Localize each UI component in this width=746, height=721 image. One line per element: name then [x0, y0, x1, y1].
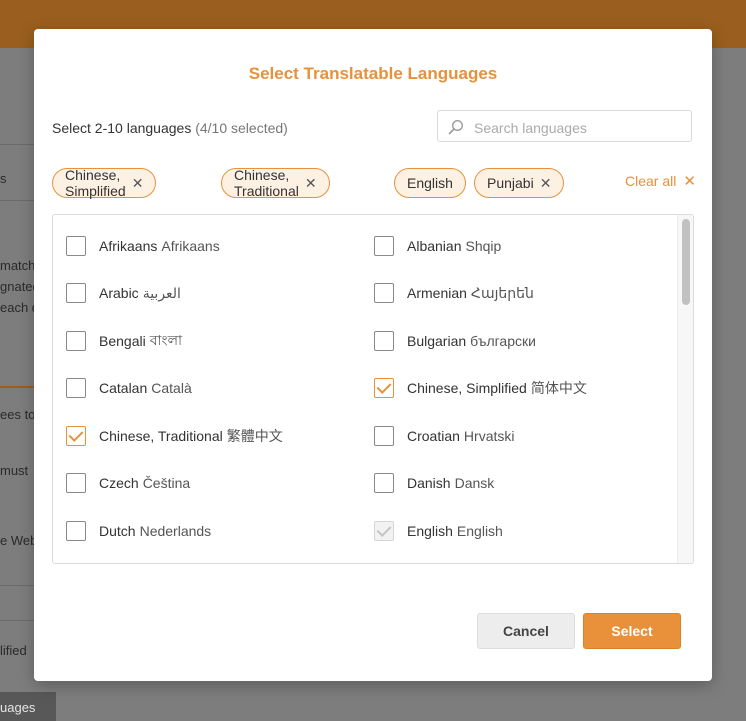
language-option-chinese-traditional[interactable]: Chinese, Traditional 繁體中文 — [66, 424, 283, 448]
language-native-name: Català — [151, 380, 192, 396]
language-native-name: 简体中文 — [530, 380, 587, 396]
language-option-afrikaans[interactable]: Afrikaans Afrikaans — [66, 234, 220, 258]
search-input[interactable] — [472, 117, 688, 139]
remove-chip-icon[interactable]: ✕ — [132, 175, 144, 192]
chip-label: English — [407, 175, 453, 191]
language-name: Albanian — [407, 238, 462, 254]
language-name: Catalan — [99, 380, 148, 396]
language-option-dutch[interactable]: Dutch Nederlands — [66, 519, 211, 543]
chip-punjabi: Punjabi ✕ — [474, 168, 565, 198]
background-text: e Web — [0, 533, 38, 548]
chip-label: Punjabi — [487, 175, 534, 191]
language-option-czech[interactable]: Czech Čeština — [66, 471, 190, 495]
language-native-name: български — [470, 333, 536, 349]
selection-instructions-text: Select 2-10 languages — [52, 120, 192, 136]
language-name: Croatian — [407, 428, 460, 444]
language-option-bulgarian[interactable]: Bulgarian български — [374, 329, 536, 353]
checkbox[interactable] — [374, 331, 394, 351]
scrollbar[interactable] — [677, 215, 693, 563]
language-option-albanian[interactable]: Albanian Shqip — [374, 234, 501, 258]
search-box[interactable] — [437, 110, 692, 142]
language-name: Afrikaans — [99, 238, 158, 254]
checkbox[interactable] — [374, 426, 394, 446]
checkbox-disabled — [374, 521, 394, 541]
chip-english: English — [394, 168, 466, 198]
language-name: Bulgarian — [407, 333, 467, 349]
checkbox-checked[interactable] — [374, 378, 394, 398]
language-option-arabic[interactable]: Arabic العربية — [66, 281, 181, 305]
checkbox[interactable] — [66, 331, 86, 351]
clear-all-label: Clear all — [625, 173, 677, 189]
background-text: match — [0, 258, 36, 273]
checkbox[interactable] — [374, 283, 394, 303]
background-text: lified — [0, 643, 27, 658]
background-text: s — [0, 171, 7, 186]
language-native-name: Čeština — [142, 475, 191, 491]
language-option-armenian[interactable]: Armenian Հայերեն — [374, 281, 534, 305]
chip-label: Chinese, Simplified — [65, 167, 126, 199]
language-name: Dutch — [99, 523, 136, 539]
search-icon — [448, 119, 464, 135]
clear-all-button[interactable]: Clear all ✕ — [625, 172, 696, 190]
checkbox[interactable] — [66, 521, 86, 541]
chip-chinese-simplified: Chinese, Simplified ✕ — [52, 167, 157, 199]
language-option-bengali[interactable]: Bengali বাংলা — [66, 329, 182, 353]
chip-chinese-traditional: Chinese, Traditional ✕ — [221, 167, 330, 199]
language-native-name: Nederlands — [139, 523, 212, 539]
language-native-name: Shqip — [465, 238, 502, 254]
language-name: Bengali — [99, 333, 146, 349]
selected-count: (4/10 selected) — [195, 120, 288, 136]
language-native-name: Dansk — [454, 475, 495, 491]
language-native-name: Afrikaans — [161, 238, 220, 254]
modal-title: Select Translatable Languages — [248, 64, 498, 83]
language-name: Czech — [99, 475, 139, 491]
language-name: Chinese, Simplified — [407, 380, 527, 396]
scrollbar-thumb[interactable] — [682, 219, 690, 305]
language-name: Arabic — [99, 285, 139, 301]
language-name: Armenian — [407, 285, 467, 301]
select-button[interactable]: Select — [583, 613, 681, 649]
remove-chip-icon[interactable]: ✕ — [305, 175, 317, 192]
language-native-name: Hrvatski — [463, 428, 515, 444]
language-option-croatian[interactable]: Croatian Hrvatski — [374, 424, 514, 448]
checkbox[interactable] — [66, 473, 86, 493]
language-name: Chinese, Traditional — [99, 428, 223, 444]
selection-instructions: Select 2-10 languages (4/10 selected) — [52, 120, 288, 136]
language-native-name: العربية — [142, 284, 181, 301]
language-native-name: English — [456, 523, 503, 539]
language-name: English — [407, 523, 453, 539]
background-text: ees to — [0, 407, 36, 422]
checkbox[interactable] — [374, 473, 394, 493]
background-text: must — [0, 463, 29, 478]
language-native-name: Հայերեն — [470, 284, 534, 301]
language-option-danish[interactable]: Danish Dansk — [374, 471, 494, 495]
language-select-modal: Select Translatable Languages Select 2-1… — [34, 29, 712, 681]
language-native-name: বাংলা — [149, 332, 183, 348]
checkbox-checked[interactable] — [66, 426, 86, 446]
language-option-chinese-simplified[interactable]: Chinese, Simplified 简体中文 — [374, 376, 587, 400]
language-list: Afrikaans Afrikaans Albanian Shqip Arabi… — [52, 214, 694, 564]
language-option-catalan[interactable]: Catalan Català — [66, 376, 192, 400]
language-native-name: 繁體中文 — [226, 428, 283, 444]
language-option-english: English English — [374, 519, 503, 543]
background-button: uages — [0, 692, 56, 721]
chip-label: Chinese, Traditional — [234, 167, 299, 199]
checkbox[interactable] — [66, 236, 86, 256]
cancel-button[interactable]: Cancel — [477, 613, 575, 649]
checkbox[interactable] — [66, 378, 86, 398]
language-name: Danish — [407, 475, 451, 491]
remove-chip-icon[interactable]: ✕ — [540, 175, 552, 192]
checkbox[interactable] — [66, 283, 86, 303]
checkbox[interactable] — [374, 236, 394, 256]
close-icon: ✕ — [683, 173, 696, 190]
